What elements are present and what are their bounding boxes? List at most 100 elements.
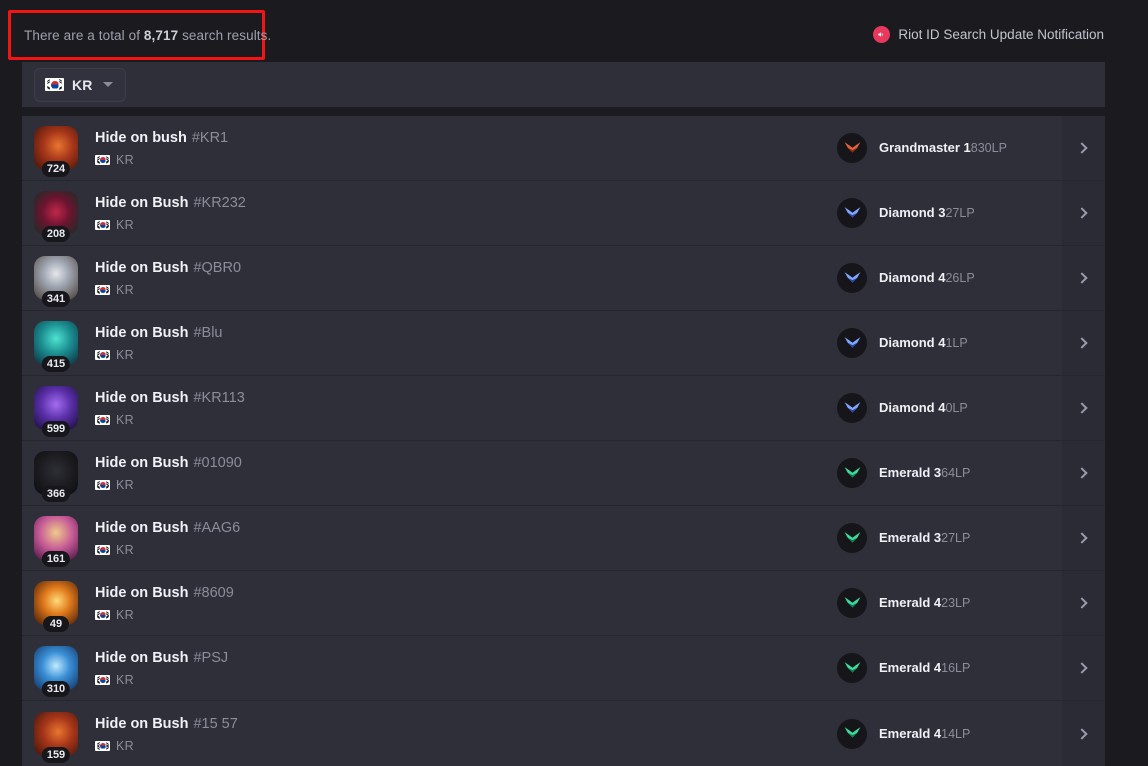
row-open-button[interactable] — [1062, 441, 1105, 505]
rank-lp: 14LP — [941, 726, 971, 741]
avatar[interactable]: 208 — [34, 191, 78, 242]
summoner-names: Hide on Bush #AAG6 KR — [95, 519, 240, 557]
kr-flag-icon — [95, 740, 110, 751]
row-open-button[interactable] — [1062, 181, 1105, 245]
table-row[interactable]: 159 Hide on Bush #15 57 KR Emerald 414LP — [22, 701, 1105, 766]
summoner-names: Hide on bush #KR1 KR — [95, 129, 228, 167]
row-open-button[interactable] — [1062, 311, 1105, 375]
game-name: Hide on Bush — [95, 650, 189, 666]
rank-info: Emerald 327LP — [837, 523, 1062, 553]
summoner-region: KR — [95, 283, 241, 297]
table-row[interactable]: 724 Hide on bush #KR1 KR Grandmaster 1830LP — [22, 116, 1105, 181]
tag-line: #01090 — [193, 455, 242, 471]
rank-text: Diamond 40LP — [879, 399, 968, 417]
avatar[interactable]: 724 — [34, 126, 78, 177]
rank-lp: 16LP — [941, 661, 971, 675]
summoner-names: Hide on Bush #PSJ KR — [95, 649, 228, 687]
row-open-button[interactable] — [1062, 506, 1105, 570]
table-row[interactable]: 49 Hide on Bush #8609 KR Emerald 423LP — [22, 571, 1105, 636]
rank-info: Diamond 41LP — [837, 328, 1062, 358]
avatar[interactable]: 599 — [34, 386, 78, 437]
rank-text: Diamond 426LP — [879, 269, 975, 287]
summoner-region: KR — [95, 413, 245, 427]
avatar[interactable]: 161 — [34, 516, 78, 567]
summoner-identity: 415 Hide on Bush #Blu KR — [22, 321, 837, 372]
row-open-button[interactable] — [1062, 636, 1105, 700]
search-results-summary: There are a total of 8,717 search result… — [24, 28, 271, 43]
summoner-identity: 599 Hide on Bush #KR113 KR — [22, 386, 837, 437]
summoner-region: KR — [95, 608, 234, 622]
avatar[interactable]: 415 — [34, 321, 78, 372]
rank-emblem-icon — [837, 133, 867, 163]
rank-info: Diamond 40LP — [837, 393, 1062, 423]
avatar[interactable]: 310 — [34, 646, 78, 697]
summoner-identity: 161 Hide on Bush #AAG6 KR — [22, 516, 837, 567]
search-results-list: 724 Hide on bush #KR1 KR Grandmaster 1830LP 2… — [22, 116, 1105, 766]
summoner-level-badge: 415 — [41, 356, 71, 372]
region-select-label: KR — [72, 76, 93, 93]
kr-flag-icon — [95, 545, 110, 555]
rank-emblem-icon — [837, 523, 867, 553]
summoner-names: Hide on Bush #15 57 KR — [95, 715, 238, 753]
rank-lp: 0LP — [945, 401, 968, 415]
kr-flag-icon — [95, 220, 110, 230]
row-open-button[interactable] — [1062, 571, 1105, 635]
avatar[interactable]: 341 — [34, 256, 78, 307]
rank-text: Diamond 327LP — [879, 204, 975, 222]
avatar[interactable]: 49 — [34, 581, 78, 632]
row-open-button[interactable] — [1062, 376, 1105, 440]
rank-lp: 830LP — [970, 141, 1007, 155]
table-row[interactable]: 415 Hide on Bush #Blu KR Diamond 41LP — [22, 311, 1105, 376]
tag-line: #QBR0 — [193, 260, 242, 276]
riot-id: Hide on Bush #Blu — [95, 324, 222, 342]
rank-text: Emerald 423LP — [879, 594, 970, 612]
game-name: Hide on Bush — [95, 455, 189, 471]
tag-line: #AAG6 — [193, 520, 241, 536]
rank-info: Emerald 416LP — [837, 653, 1062, 683]
summoner-identity: 49 Hide on Bush #8609 KR — [22, 581, 837, 632]
region-select[interactable]: KR — [34, 67, 126, 102]
summoner-region: KR — [95, 348, 222, 362]
summoner-level-badge: 49 — [43, 616, 69, 632]
rank-emblem-icon — [837, 393, 867, 423]
results-count: 8,717 — [143, 28, 179, 43]
avatar[interactable]: 159 — [34, 711, 78, 763]
game-name: Hide on Bush — [95, 325, 189, 341]
region-code: KR — [116, 608, 134, 622]
riot-id: Hide on Bush #15 57 — [95, 715, 238, 733]
region-code: KR — [116, 218, 134, 232]
search-results-panel: KR 724 Hide on bush #KR1 KR Grandmaster 1830… — [22, 62, 1105, 766]
table-row[interactable]: 208 Hide on Bush #KR232 KR Diamond 327LP — [22, 181, 1105, 246]
tag-line: #KR113 — [193, 390, 245, 406]
table-row[interactable]: 310 Hide on Bush #PSJ KR Emerald 416LP — [22, 636, 1105, 701]
row-open-button[interactable] — [1062, 246, 1105, 310]
tag-line: #Blu — [193, 325, 223, 341]
riot-id-notification-link[interactable]: Riot ID Search Update Notification — [873, 26, 1104, 43]
rank-info: Diamond 327LP — [837, 198, 1062, 228]
rank-info: Diamond 426LP — [837, 263, 1062, 293]
row-open-button[interactable] — [1062, 116, 1105, 180]
rank-text: Emerald 364LP — [879, 464, 970, 482]
tag-line: #8609 — [193, 585, 234, 601]
summoner-identity: 724 Hide on bush #KR1 KR — [22, 126, 837, 177]
summoner-level-badge: 366 — [41, 486, 71, 502]
chevron-right-icon — [1076, 532, 1088, 544]
rank-emblem-icon — [837, 588, 867, 618]
top-bar: There are a total of 8,717 search result… — [0, 0, 1148, 62]
rank-lp: 23LP — [941, 596, 971, 610]
rank-text: Emerald 414LP — [879, 725, 970, 743]
region-code: KR — [116, 283, 134, 297]
row-open-button[interactable] — [1062, 701, 1105, 766]
avatar[interactable]: 366 — [34, 451, 78, 502]
chevron-right-icon — [1076, 402, 1088, 414]
table-row[interactable]: 161 Hide on Bush #AAG6 KR Emerald 327LP — [22, 506, 1105, 571]
table-row[interactable]: 366 Hide on Bush #01090 KR Emerald 364LP — [22, 441, 1105, 506]
summoner-level-badge: 159 — [41, 746, 71, 763]
game-name: Hide on Bush — [95, 390, 189, 406]
rank-info: Emerald 364LP — [837, 458, 1062, 488]
table-row[interactable]: 599 Hide on Bush #KR113 KR Diamond 40LP — [22, 376, 1105, 441]
summoner-names: Hide on Bush #KR113 KR — [95, 389, 245, 427]
rank-text: Grandmaster 1830LP — [879, 139, 1007, 157]
riot-id: Hide on bush #KR1 — [95, 129, 228, 147]
table-row[interactable]: 341 Hide on Bush #QBR0 KR Diamond 426LP — [22, 246, 1105, 311]
